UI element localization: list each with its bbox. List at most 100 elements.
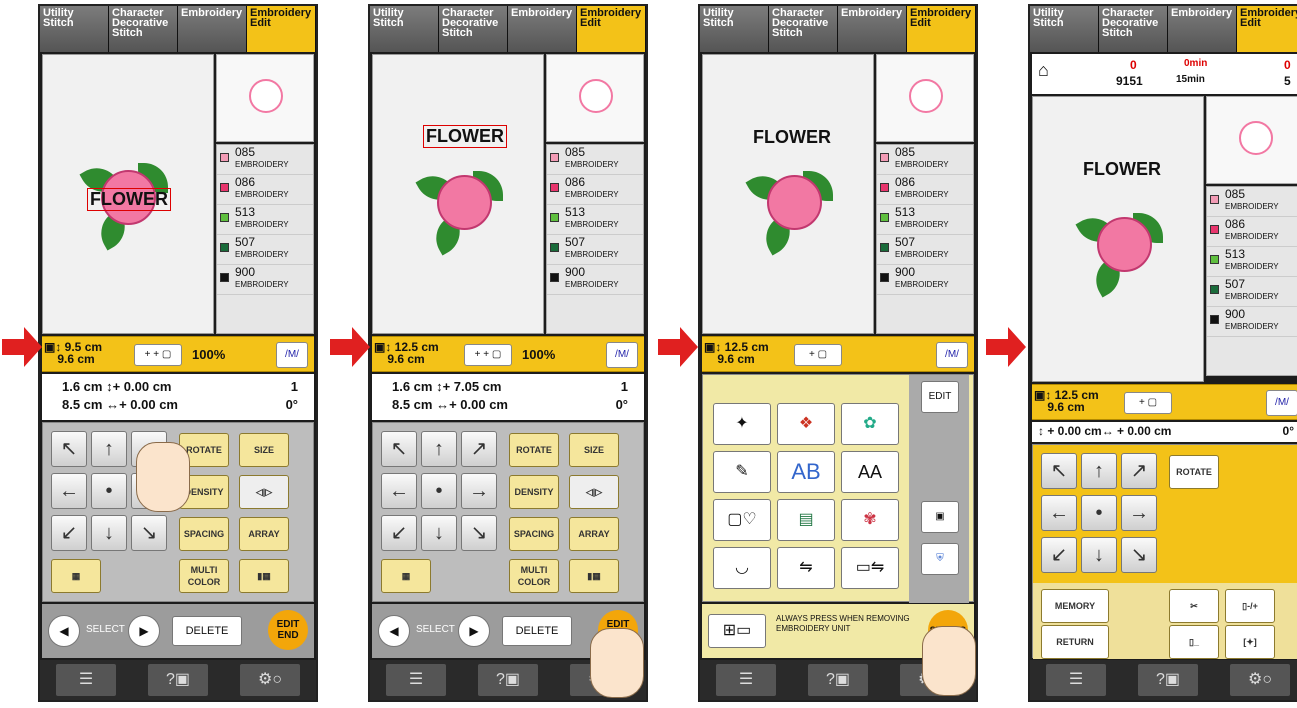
arrow-up-icon[interactable]: ↑ <box>1081 453 1117 489</box>
page-icon[interactable]: ☰ <box>56 664 116 696</box>
pattern-rose-icon[interactable]: ✾ <box>841 499 899 541</box>
display-icon[interactable]: /M/ <box>1266 390 1297 416</box>
color-item[interactable]: 900 EMBROIDERY <box>877 265 973 295</box>
arrow-down-left-icon[interactable]: ↙ <box>1041 537 1077 573</box>
memory-card-icon[interactable]: ▤ <box>777 499 835 541</box>
edit-button[interactable]: EDIT <box>921 381 959 413</box>
multi-color-button[interactable]: MULTI COLOR <box>509 559 559 593</box>
color-change-button[interactable]: ▮▦ <box>569 559 619 593</box>
rotate-button[interactable]: ROTATE <box>509 433 559 467</box>
arrow-down-right-icon[interactable]: ↘ <box>1121 537 1157 573</box>
color-item[interactable]: 085 EMBROIDERY <box>217 145 313 175</box>
cut-button[interactable]: ✂ <box>1169 589 1219 623</box>
select-next-button[interactable]: ▶ <box>458 615 490 647</box>
arrow-up-left-icon[interactable]: ↖ <box>51 431 87 467</box>
arrow-down-icon[interactable]: ↓ <box>91 515 127 551</box>
pattern-geometric-icon[interactable]: ❖ <box>777 403 835 445</box>
zoom-level[interactable]: 100% <box>192 347 225 362</box>
select-prev-button[interactable]: ◀ <box>378 615 410 647</box>
frame-button[interactable]: [✦] <box>1225 625 1275 659</box>
help-icon[interactable]: ?▣ <box>148 664 208 696</box>
pattern-bird-icon[interactable]: ✦ <box>713 403 771 445</box>
machine-icon[interactable]: ⚙○ <box>240 664 300 696</box>
delete-button[interactable]: DELETE <box>502 616 572 646</box>
tab-embroidery-edit[interactable]: Embroidery Edit <box>247 6 316 52</box>
tab-character-decorative[interactable]: Character Decorative Stitch <box>109 6 178 52</box>
layout-button[interactable]: ▦ <box>51 559 101 593</box>
needle-button[interactable]: ▯_ <box>1169 625 1219 659</box>
display-icon[interactable]: /M/ <box>606 342 638 368</box>
display-icon[interactable]: /M/ <box>276 342 308 368</box>
color-item[interactable]: 507 EMBROIDERY <box>217 235 313 265</box>
help-icon[interactable]: ?▣ <box>808 664 868 696</box>
usb-icon[interactable]: ⇋ <box>777 547 835 589</box>
arrow-right-icon[interactable]: → <box>461 473 497 509</box>
hoop-icon[interactable]: + ▢ <box>1124 392 1172 414</box>
arrow-down-right-icon[interactable]: ↘ <box>461 515 497 551</box>
pocket-icon[interactable]: ◡ <box>713 547 771 589</box>
multi-color-button[interactable]: MULTI COLOR <box>179 559 229 593</box>
array-button[interactable]: ARRAY <box>239 517 289 551</box>
rotate-button[interactable]: ROTATE <box>1169 455 1219 489</box>
color-item[interactable]: 086 EMBROIDERY <box>877 175 973 205</box>
tab-utility-stitch[interactable]: Utility Stitch <box>370 6 439 52</box>
color-item[interactable]: 085 EMBROIDERY <box>1207 187 1297 217</box>
help-icon[interactable]: ?▣ <box>1138 664 1198 696</box>
arrow-up-left-icon[interactable]: ↖ <box>1041 453 1077 489</box>
arrow-left-icon[interactable]: ← <box>1041 495 1077 531</box>
tab-embroidery-edit[interactable]: Embroidery Edit <box>577 6 646 52</box>
tab-character-decorative[interactable]: Character Decorative Stitch <box>769 6 838 52</box>
size-button[interactable]: SIZE <box>569 433 619 467</box>
arrow-up-right-icon[interactable]: ↗ <box>461 431 497 467</box>
arrow-down-left-icon[interactable]: ↙ <box>381 515 417 551</box>
color-item[interactable]: 900 EMBROIDERY <box>547 265 643 295</box>
center-icon[interactable]: • <box>1081 495 1117 531</box>
tab-utility-stitch[interactable]: Utility Stitch <box>700 6 769 52</box>
color-item[interactable]: 086 EMBROIDERY <box>217 175 313 205</box>
arrow-up-right-icon[interactable]: ↗ <box>1121 453 1157 489</box>
arrow-down-icon[interactable]: ↓ <box>1081 537 1117 573</box>
zoom-level[interactable]: 100% <box>522 347 555 362</box>
tab-utility-stitch[interactable]: Utility Stitch <box>40 6 109 52</box>
color-item[interactable]: 507 EMBROIDERY <box>1207 277 1297 307</box>
arrow-right-icon[interactable]: → <box>1121 495 1157 531</box>
size-button[interactable]: SIZE <box>239 433 289 467</box>
color-item[interactable]: 085 EMBROIDERY <box>877 145 973 175</box>
tab-embroidery[interactable]: Embroidery <box>1168 6 1237 52</box>
color-item[interactable]: 513 EMBROIDERY <box>547 205 643 235</box>
machine-icon[interactable]: ⚙○ <box>1230 664 1290 696</box>
tab-embroidery[interactable]: Embroidery <box>838 6 907 52</box>
color-item[interactable]: 513 EMBROIDERY <box>877 205 973 235</box>
select-next-button[interactable]: ▶ <box>128 615 160 647</box>
array-button[interactable]: ARRAY <box>569 517 619 551</box>
arrow-down-left-icon[interactable]: ↙ <box>51 515 87 551</box>
color-item[interactable]: 900 EMBROIDERY <box>217 265 313 295</box>
help-icon[interactable]: ?▣ <box>478 664 538 696</box>
page-icon[interactable]: ☰ <box>716 664 776 696</box>
arrow-down-right-icon[interactable]: ↘ <box>131 515 167 551</box>
select-prev-button[interactable]: ◀ <box>48 615 80 647</box>
tab-embroidery-edit[interactable]: Embroidery Edit <box>907 6 976 52</box>
mirror-button[interactable]: ◁|▷ <box>569 475 619 509</box>
frame-pattern-icon[interactable]: ▢♡ <box>713 499 771 541</box>
tab-character-decorative[interactable]: Character Decorative Stitch <box>439 6 508 52</box>
shield-icon[interactable]: ⛨ <box>921 543 959 575</box>
arrow-up-icon[interactable]: ↑ <box>91 431 127 467</box>
edit-end-button[interactable]: EDIT END <box>268 610 308 650</box>
stitch-image-icon[interactable]: ▣ <box>921 501 959 533</box>
pattern-applique-icon[interactable]: ✎ <box>713 451 771 493</box>
tension-button[interactable]: ▯-/+ <box>1225 589 1275 623</box>
delete-button[interactable]: DELETE <box>172 616 242 646</box>
design-preview[interactable]: FLOWER <box>372 54 544 334</box>
memory-button[interactable]: MEMORY <box>1041 589 1109 623</box>
hoop-icon[interactable]: + + ▢ <box>134 344 182 366</box>
center-icon[interactable]: • <box>91 473 127 509</box>
font-aa-icon[interactable]: AA <box>841 451 899 493</box>
arrow-up-icon[interactable]: ↑ <box>421 431 457 467</box>
color-item[interactable]: 086 EMBROIDERY <box>547 175 643 205</box>
tab-embroidery-edit[interactable]: Embroidery Edit <box>1237 6 1297 52</box>
arrow-up-left-icon[interactable]: ↖ <box>381 431 417 467</box>
design-preview[interactable]: FLOWER <box>1032 96 1204 382</box>
unit-icon[interactable]: ⊞▭ <box>708 614 766 648</box>
pattern-floral-icon[interactable]: ✿ <box>841 403 899 445</box>
